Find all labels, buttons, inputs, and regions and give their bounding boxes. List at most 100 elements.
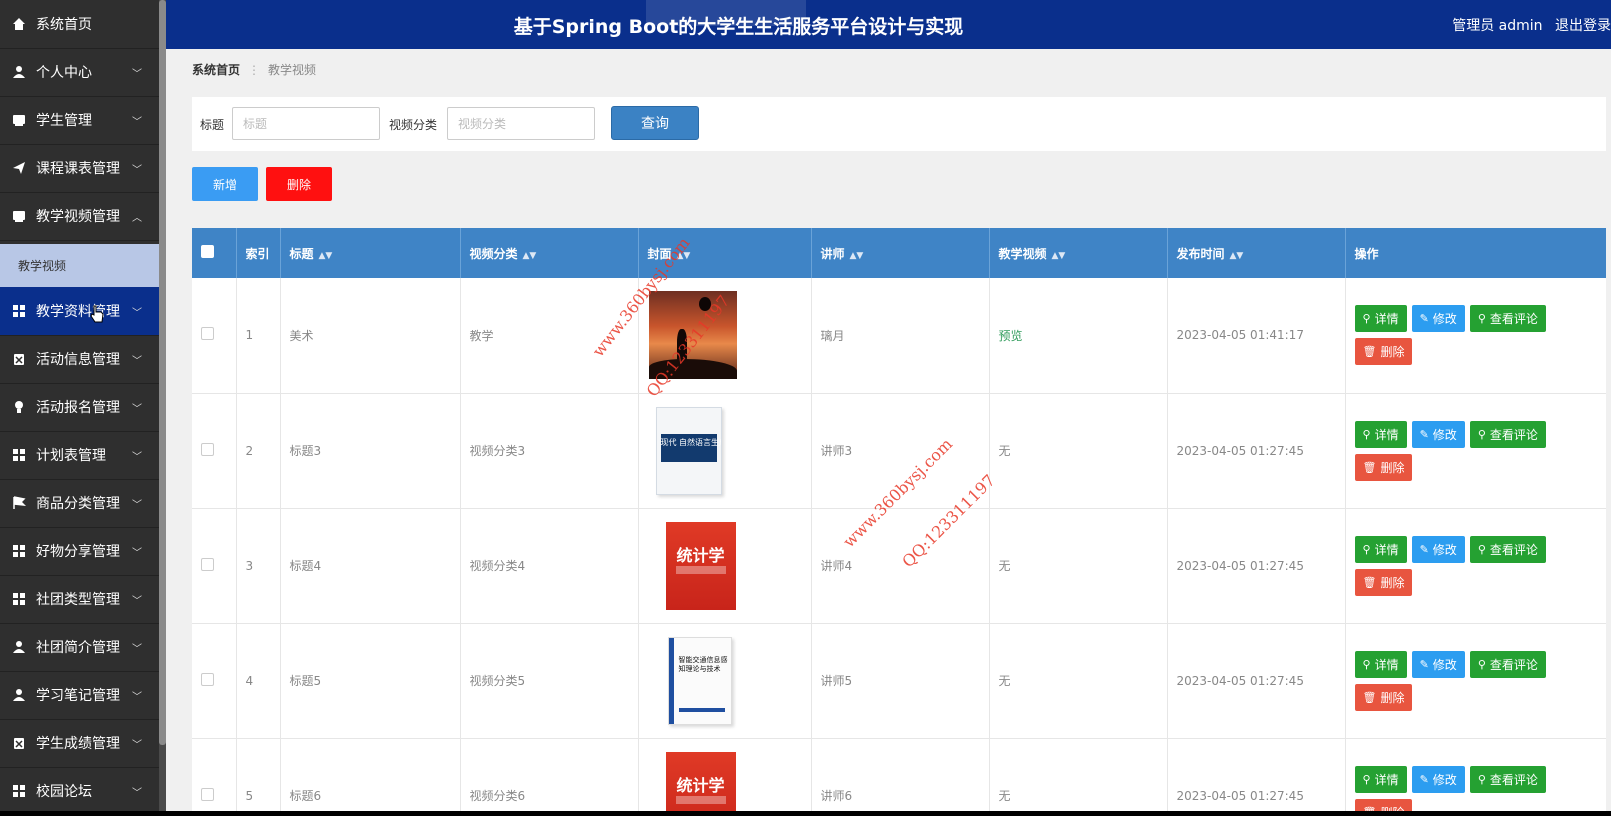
col-title[interactable]: 标题 ▲▼ (280, 228, 461, 278)
sort-icon[interactable]: ▲▼ (1230, 251, 1244, 261)
cell-title: 美术 (280, 278, 461, 393)
view-comments-button[interactable]: ⚲ 查看评论 (1469, 765, 1546, 793)
add-button[interactable]: 新增 (192, 167, 258, 201)
view-comments-button[interactable]: ⚲ 查看评论 (1469, 650, 1546, 678)
sort-icon[interactable]: ▲▼ (677, 251, 691, 261)
bulk-delete-button[interactable]: 删除 (266, 167, 332, 201)
row-checkbox[interactable] (201, 557, 214, 571)
search-icon: ⚲ (1477, 657, 1486, 671)
edit-button[interactable]: ✎ 修改 (1411, 765, 1465, 793)
edit-button[interactable]: ✎ 修改 (1411, 420, 1465, 448)
sidebar-item-13[interactable]: 学习笔记管理 ﹀ (0, 671, 159, 720)
col-cover[interactable]: 封面 ▲▼ (638, 228, 812, 278)
sidebar-item-5[interactable]: 教学资料管理 ﹀ (0, 287, 159, 336)
app-root: 系统首页 个人中心 ﹀ 学生管理 ﹀ 课程课表管理 ﹀ 教学视频管理 ︿ 教学资料管理 ﹀ 活动信息管… (0, 0, 1611, 811)
sidebar-item-4[interactable]: 教学视频管理 ︿ (0, 192, 159, 241)
cell-index: 2 (236, 393, 281, 508)
sidebar-item-label: 计划表管理 (36, 448, 106, 464)
sort-icon[interactable]: ▲▼ (1052, 251, 1066, 261)
sidebar-item-9[interactable]: 商品分类管理 ﹀ (0, 479, 159, 528)
search-icon: ⚲ (1362, 657, 1371, 671)
delete-row-button[interactable]: 🗑删除 (1354, 453, 1413, 481)
detail-button[interactable]: ⚲ 详情 (1354, 765, 1407, 793)
detail-label: 详情 (1374, 427, 1399, 442)
cell-teacher: 讲师5 (811, 623, 990, 738)
cover-image: 统计学 (665, 521, 736, 610)
col-time[interactable]: 发布时间 ▲▼ (1167, 228, 1346, 278)
sort-icon[interactable]: ▲▼ (319, 251, 333, 261)
delete-row-button[interactable]: 🗑删除 (1354, 568, 1413, 596)
breadcrumb-home[interactable]: 系统首页 (192, 63, 240, 77)
cell-title: 标题5 (280, 623, 461, 738)
sort-icon[interactable]: ▲▼ (850, 251, 864, 261)
sort-icon[interactable]: ▲▼ (523, 251, 537, 261)
row-checkbox[interactable] (201, 672, 214, 686)
col-video[interactable]: 教学视频 ▲▼ (989, 228, 1168, 278)
grid-icon (12, 544, 26, 558)
trash-icon: 🗑 (1362, 575, 1377, 589)
user-icon (12, 688, 26, 702)
sidebar-item-6[interactable]: 活动信息管理 ﹀ (0, 335, 159, 384)
category-filter-input[interactable] (447, 107, 595, 140)
row-checkbox[interactable] (201, 327, 214, 341)
edit-button[interactable]: ✎ 修改 (1411, 650, 1465, 678)
query-button[interactable]: 查询 (611, 106, 699, 140)
col-category[interactable]: 视频分类 ▲▼ (460, 228, 639, 278)
delete-row-button[interactable]: 🗑删除 (1354, 338, 1413, 366)
view-comments-label: 查看评论 (1489, 772, 1538, 787)
edit-button[interactable]: ✎ 修改 (1411, 535, 1465, 563)
detail-button[interactable]: ⚲ 详情 (1354, 650, 1407, 678)
select-all-checkbox[interactable] (201, 245, 214, 258)
chevron-icon: ︿ (132, 212, 142, 224)
chevron-icon: ﹀ (132, 643, 142, 655)
detail-button[interactable]: ⚲ 详情 (1354, 305, 1407, 333)
cell-video: 无 (989, 508, 1168, 623)
pencil-icon: ✎ (1419, 657, 1429, 671)
detail-label: 详情 (1374, 312, 1399, 327)
row-select-cell (192, 623, 237, 738)
edit-label: 修改 (1432, 772, 1457, 787)
logout-link[interactable]: 退出登录 (1555, 18, 1611, 34)
sidebar-item-0[interactable]: 系统首页 (0, 0, 159, 49)
row-checkbox[interactable] (201, 787, 214, 801)
edit-button[interactable]: ✎ 修改 (1411, 305, 1465, 333)
sidebar-item-8[interactable]: 计划表管理 ﹀ (0, 431, 159, 480)
sidebar-item-3[interactable]: 课程课表管理 ﹀ (0, 144, 159, 193)
view-comments-button[interactable]: ⚲ 查看评论 (1469, 535, 1546, 563)
sidebar-scrollbar[interactable] (159, 0, 166, 811)
view-comments-button[interactable]: ⚲ 查看评论 (1469, 420, 1546, 448)
delete-label: 删除 (1380, 804, 1404, 812)
page-title: 基于Spring Boot的大学生生活服务平台设计与实现 (513, 16, 964, 38)
sidebar-item-12[interactable]: 社团简介管理 ﹀ (0, 623, 159, 672)
detail-label: 详情 (1374, 772, 1399, 787)
submenu-item-teaching-video[interactable]: 教学视频 (0, 244, 159, 287)
card-icon (12, 113, 26, 127)
sidebar-item-10[interactable]: 好物分享管理 ﹀ (0, 527, 159, 576)
title-filter-input[interactable] (232, 107, 380, 140)
sidebar-item-7[interactable]: 活动报名管理 ﹀ (0, 383, 159, 432)
cell-ops: ⚲详情✎修改⚲查看评论 🗑删除 (1345, 278, 1606, 393)
delete-row-button[interactable]: 🗑删除 (1354, 683, 1413, 711)
cell-video[interactable]: 预览 (989, 278, 1168, 393)
sidebar-scrollbar-thumb[interactable] (159, 0, 166, 745)
sidebar-item-14[interactable]: 学生成绩管理 ﹀ (0, 719, 159, 768)
book-bar (678, 707, 725, 712)
sidebar-item-1[interactable]: 个人中心 ﹀ (0, 48, 159, 97)
search-icon: ⚲ (1362, 542, 1371, 556)
delete-row-button[interactable]: 🗑删除 (1354, 798, 1413, 812)
sidebar-item-11[interactable]: 社团类型管理 ﹀ (0, 575, 159, 624)
sidebar-item-2[interactable]: 学生管理 ﹀ (0, 96, 159, 145)
row-actions: ⚲详情✎修改⚲查看评论 🗑删除 (1354, 420, 1565, 481)
col-teacher[interactable]: 讲师 ▲▼ (811, 228, 990, 278)
chevron-icon: ﹀ (132, 499, 142, 511)
cell-category: 视频分类4 (460, 508, 639, 623)
sidebar-item-label: 校园论坛 (36, 784, 92, 800)
view-comments-button[interactable]: ⚲ 查看评论 (1469, 305, 1546, 333)
detail-label: 详情 (1374, 542, 1399, 557)
sidebar-item-15[interactable]: 校园论坛 ﹀ (0, 767, 159, 811)
cover-image: 现代 自然语言生成 (655, 406, 722, 495)
row-checkbox[interactable] (201, 442, 214, 456)
detail-button[interactable]: ⚲ 详情 (1354, 535, 1407, 563)
detail-button[interactable]: ⚲ 详情 (1354, 420, 1407, 448)
edit-label: 修改 (1432, 312, 1457, 327)
